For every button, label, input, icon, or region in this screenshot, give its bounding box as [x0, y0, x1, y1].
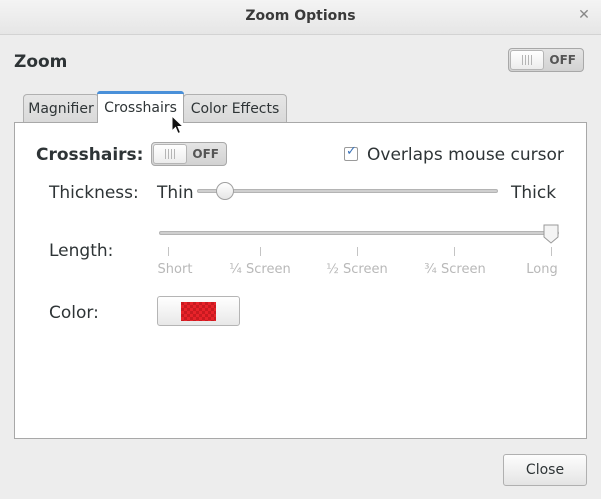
length-slider-thumb[interactable]	[543, 224, 559, 244]
color-picker-button[interactable]	[157, 296, 240, 326]
switch-knob[interactable]	[153, 144, 187, 164]
switch-state: OFF	[192, 147, 219, 161]
crosshairs-label: Crosshairs:	[36, 145, 144, 165]
length-mark-three-quarter: ¾ Screen	[424, 262, 486, 277]
window-close-icon[interactable]: ✕	[573, 4, 595, 26]
length-slider-track[interactable]	[159, 231, 559, 235]
zoom-label: Zoom	[14, 52, 68, 72]
length-tick	[551, 247, 552, 256]
length-label: Length:	[49, 241, 114, 261]
color-swatch	[181, 302, 216, 321]
color-label: Color:	[49, 303, 99, 323]
title-bar: Zoom Options ✕	[0, 0, 601, 35]
thickness-slider-track[interactable]	[197, 189, 498, 193]
length-mark-short: Short	[157, 262, 193, 277]
crosshairs-switch[interactable]: OFF	[151, 142, 227, 166]
tab-panel	[14, 122, 587, 439]
tab-magnifier[interactable]: Magnifier	[23, 94, 99, 122]
length-mark-half: ½ Screen	[326, 262, 388, 277]
thickness-slider-thumb[interactable]	[216, 182, 234, 200]
switch-state: OFF	[549, 53, 576, 67]
mouse-pointer-icon	[171, 115, 185, 135]
length-mark-long: Long	[526, 262, 558, 277]
overlaps-checkbox[interactable]	[344, 144, 358, 161]
thickness-max-label: Thick	[511, 183, 557, 203]
length-tick	[260, 247, 261, 256]
overlaps-label[interactable]: Overlaps mouse cursor	[367, 145, 564, 165]
length-tick	[454, 247, 455, 256]
thickness-min-label: Thin	[157, 183, 194, 203]
zoom-switch[interactable]: OFF	[508, 48, 584, 72]
switch-knob[interactable]	[510, 50, 544, 70]
length-tick	[357, 247, 358, 256]
thickness-label: Thickness:	[49, 183, 139, 203]
tab-color-effects[interactable]: Color Effects	[183, 94, 287, 122]
length-tick	[168, 247, 169, 256]
length-mark-quarter: ¼ Screen	[229, 262, 291, 277]
window-title: Zoom Options	[245, 8, 356, 24]
close-button[interactable]: Close	[503, 454, 587, 486]
